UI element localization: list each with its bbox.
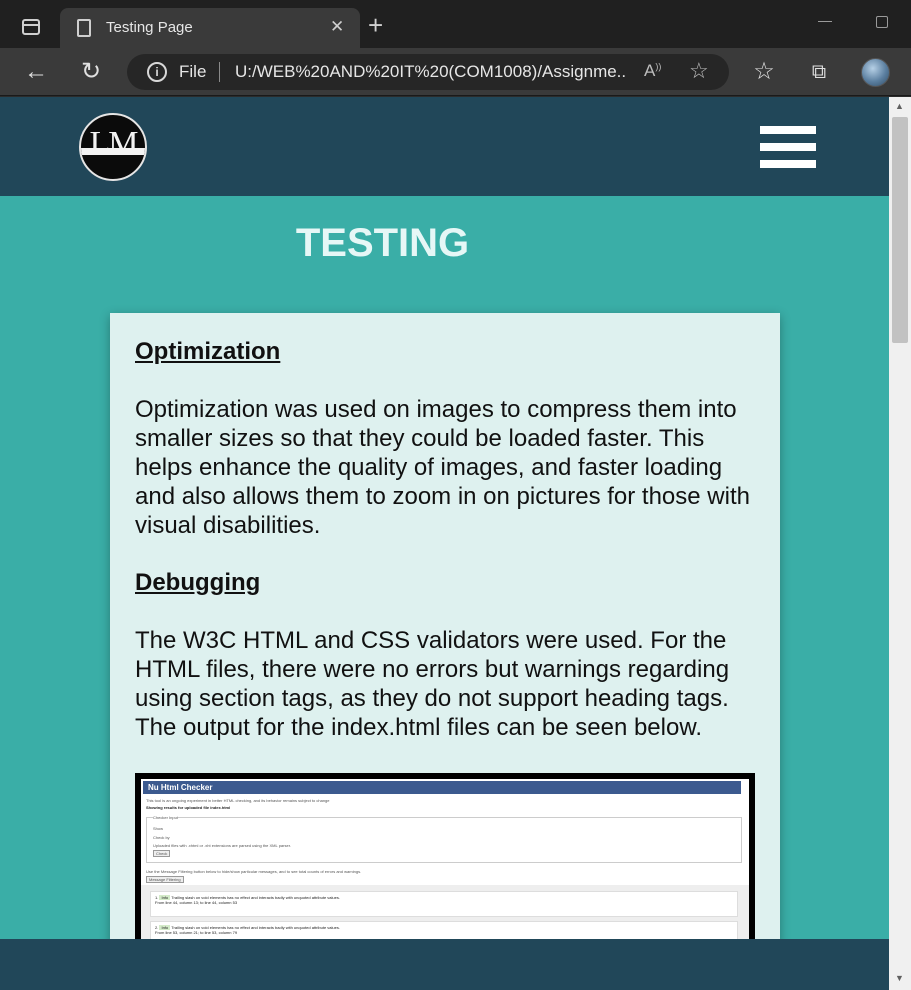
scroll-up-icon[interactable]: ▲ <box>895 101 904 111</box>
validator-intro: This tool is an ongoing experiment in be… <box>146 798 330 803</box>
page-viewport: LM TESTING Optimization Optimization was… <box>0 97 889 990</box>
refresh-icon[interactable]: ↻ <box>77 58 105 86</box>
hamburger-menu-icon[interactable] <box>760 126 816 168</box>
validator-messages: 1. Info Trailing slash on void elements … <box>141 885 749 947</box>
url-text[interactable]: U:/WEB%20AND%20IT%20(COM1008)/Assignme..… <box>235 62 627 82</box>
filter-note: Use the Message Filtering button below t… <box>146 869 362 874</box>
content-card: Optimization Optimization was used on im… <box>110 313 780 990</box>
optimization-heading: Optimization <box>135 338 281 365</box>
plus-icon[interactable]: + <box>368 12 383 38</box>
browser-tab-bar: Testing Page ✕ + <box>0 0 911 48</box>
site-logo[interactable]: LM <box>79 113 147 181</box>
validator-results-for: Showing results for uploaded file index.… <box>146 805 231 810</box>
document-icon <box>77 19 91 37</box>
page-scrollbar[interactable]: ▲ ▼ <box>889 97 911 990</box>
tab-title: Testing Page <box>106 19 193 36</box>
favorites-icon[interactable]: ☆ <box>750 58 778 86</box>
validator-message: 1. Info Trailing slash on void elements … <box>150 891 738 917</box>
validator-screenshot: Nu Html Checker This tool is an ongoing … <box>135 773 755 953</box>
site-header: LM <box>0 97 889 196</box>
profile-avatar[interactable] <box>861 58 890 87</box>
read-aloud-icon[interactable]: A)) <box>644 61 661 81</box>
scroll-down-icon[interactable]: ▼ <box>895 973 904 983</box>
page-title: TESTING <box>295 221 470 265</box>
maximize-button[interactable] <box>876 16 888 28</box>
address-separator <box>219 62 220 82</box>
collections-icon[interactable]: ⧉ <box>805 58 833 86</box>
check-button: Check <box>153 850 171 857</box>
logo-text: LM <box>89 125 139 162</box>
upload-note: Uploaded files with .xhtml or .xht exten… <box>153 843 291 848</box>
message-filtering-button: Message Filtering <box>146 876 184 883</box>
minimize-button[interactable] <box>818 21 832 22</box>
browser-tab[interactable]: Testing Page ✕ <box>60 8 360 48</box>
optimization-text: Optimization was used on images to compr… <box>135 396 750 539</box>
validator-title: Nu Html Checker <box>143 781 741 794</box>
checker-input-label: Checker Input <box>153 815 178 820</box>
checker-input-box: Checker Input Show Check by Uploaded fil… <box>146 815 742 863</box>
info-icon[interactable]: i <box>147 62 167 82</box>
file-label: File <box>179 62 207 81</box>
scroll-thumb[interactable] <box>892 117 908 343</box>
debugging-text: The W3C HTML and CSS validators were use… <box>135 627 730 741</box>
browser-toolbar: ← ↻ i File U:/WEB%20AND%20IT%20(COM1008)… <box>0 48 911 96</box>
site-footer <box>0 939 889 990</box>
close-icon[interactable]: ✕ <box>330 17 344 37</box>
back-arrow-icon[interactable]: ← <box>22 58 50 86</box>
add-favorite-icon[interactable]: ☆ <box>689 58 709 84</box>
address-bar[interactable]: i File U:/WEB%20AND%20IT%20(COM1008)/Ass… <box>127 54 729 90</box>
show-label: Show <box>153 826 164 831</box>
window-icon[interactable] <box>22 19 40 35</box>
check-by-label: Check by <box>153 835 170 840</box>
debugging-heading: Debugging <box>135 569 261 596</box>
